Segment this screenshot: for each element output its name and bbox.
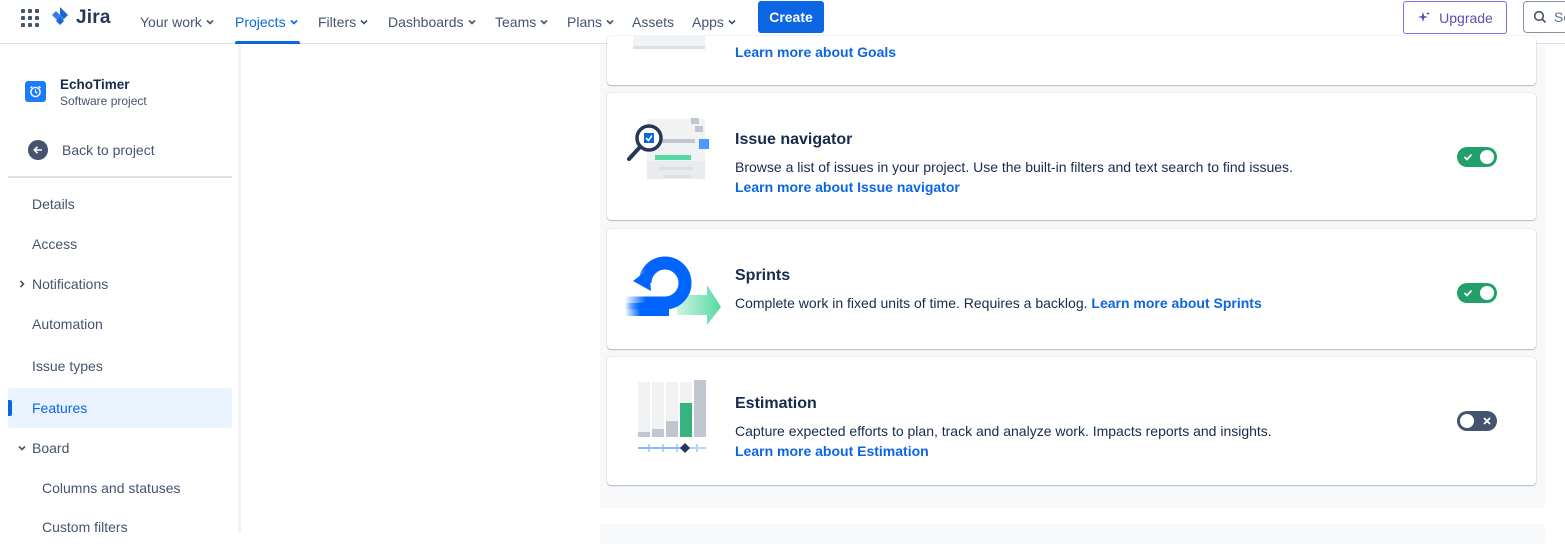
- nav-label: Dashboards: [388, 14, 464, 30]
- create-button[interactable]: Create: [758, 1, 824, 33]
- sidebar-item-label: Details: [32, 196, 75, 212]
- back-to-project-link[interactable]: Back to project: [28, 140, 155, 160]
- issue-navigator-toggle[interactable]: [1457, 147, 1497, 167]
- nav-label: Assets: [632, 14, 675, 30]
- sidebar-item-details[interactable]: Details: [8, 184, 232, 224]
- nav-your-work[interactable]: Your work: [140, 0, 215, 44]
- nav-projects[interactable]: Projects: [235, 0, 300, 44]
- sidebar-item-label: Board: [32, 440, 70, 456]
- sprint-cycle-illustration-icon: [625, 256, 721, 325]
- feature-card-estimation: Estimation Capture expected efforts to p…: [607, 357, 1536, 485]
- upgrade-label: Upgrade: [1439, 9, 1493, 26]
- chevron-down-icon[interactable]: [16, 442, 28, 454]
- sidebar-item-columns-and-statuses[interactable]: Columns and statuses: [8, 468, 232, 508]
- sidebar-item-label: Features: [32, 400, 88, 416]
- check-icon: [1463, 153, 1473, 161]
- brand-name: Jira: [76, 7, 111, 28]
- feature-card-sprints: Sprints Complete work in fixed units of …: [607, 229, 1536, 349]
- estimation-toggle[interactable]: [1457, 411, 1497, 431]
- nav-dashboards[interactable]: Dashboards: [388, 0, 477, 44]
- sidebar-resize-handle[interactable]: [238, 45, 241, 533]
- sidebar-item-label: Access: [32, 236, 78, 252]
- sprints-title: Sprints: [735, 267, 791, 284]
- chevron-down-icon: [728, 19, 736, 25]
- sidebar-item-label: Issue types: [32, 358, 103, 374]
- search-input[interactable]: Se: [1523, 1, 1565, 33]
- search-placeholder: Se: [1554, 9, 1565, 25]
- check-icon: [1463, 289, 1473, 297]
- chevron-down-icon: [206, 19, 214, 25]
- chevron-down-icon: [360, 19, 368, 25]
- chevron-down-icon: [467, 19, 476, 25]
- upgrade-button[interactable]: Upgrade: [1403, 1, 1507, 34]
- estimation-bars-illustration-icon: [638, 380, 706, 453]
- sidebar-item-access[interactable]: Access: [8, 224, 232, 264]
- nav-teams[interactable]: Teams: [495, 0, 549, 44]
- back-label: Back to project: [62, 142, 155, 158]
- nav-label: Plans: [567, 14, 603, 30]
- sidebar-item-label: Automation: [32, 316, 103, 332]
- sidebar-item-issue-types[interactable]: Issue types: [8, 346, 232, 386]
- sidebar-item-label: Columns and statuses: [42, 480, 181, 496]
- jira-logo[interactable]: Jira: [50, 6, 111, 30]
- project-sidebar: EchoTimer Software project Back to proje…: [0, 45, 240, 535]
- sidebar-divider: [8, 176, 232, 178]
- estimation-title: Estimation: [735, 395, 817, 412]
- learn-more-estimation-link[interactable]: Learn more about Estimation: [735, 443, 929, 459]
- nav-label: Apps: [692, 14, 724, 30]
- learn-more-goals-link[interactable]: Learn more about Goals: [735, 44, 896, 60]
- toggle-knob: [1480, 286, 1494, 300]
- learn-more-sprints-link[interactable]: Learn more about Sprints: [1091, 295, 1261, 311]
- nav-label: Teams: [495, 14, 537, 30]
- cross-icon: [1483, 417, 1491, 425]
- goals-illustration-icon: [633, 36, 705, 49]
- project-timer-icon: [25, 81, 46, 102]
- magnifier-list-illustration-icon: [627, 118, 709, 179]
- jira-logo-icon: [52, 7, 68, 25]
- sprints-description: Complete work in fixed units of time. Re…: [735, 295, 1088, 311]
- sprints-description-line: Complete work in fixed units of time. Re…: [735, 295, 1262, 311]
- issue-navigator-title: Issue navigator: [735, 131, 853, 148]
- project-name: EchoTimer: [60, 77, 130, 92]
- nav-label: Projects: [235, 14, 286, 30]
- estimation-description: Capture expected efforts to plan, track …: [735, 423, 1272, 439]
- search-icon: [1533, 10, 1547, 24]
- sidebar-item-automation[interactable]: Automation: [8, 304, 232, 344]
- chevron-down-icon: [540, 19, 548, 25]
- sidebar-item-label: Notifications: [32, 276, 109, 292]
- chevron-down-icon: [290, 19, 298, 25]
- issue-navigator-description: Browse a list of issues in your project.…: [735, 159, 1293, 175]
- learn-more-issue-navigator-link[interactable]: Learn more about Issue navigator: [735, 179, 960, 195]
- toggle-knob: [1480, 150, 1494, 164]
- project-type: Software project: [60, 94, 147, 108]
- sidebar-item-notifications[interactable]: Notifications: [8, 264, 232, 304]
- nav-label: Your work: [140, 14, 202, 30]
- sidebar-item-custom-filters[interactable]: Custom filters: [8, 507, 232, 547]
- nav-filters[interactable]: Filters: [318, 0, 369, 44]
- sparkle-icon: [1418, 11, 1431, 22]
- toggle-knob: [1460, 414, 1474, 428]
- chevron-right-icon[interactable]: [16, 278, 28, 290]
- arrow-left-icon: [28, 140, 48, 160]
- chevron-down-icon: [606, 19, 614, 25]
- feature-card-issue-navigator: Issue navigator Browse a list of issues …: [607, 93, 1536, 220]
- app-switcher-icon[interactable]: [21, 9, 39, 27]
- next-panel: [600, 524, 1545, 544]
- project-header[interactable]: EchoTimer Software project: [25, 77, 147, 109]
- sprints-toggle[interactable]: [1457, 283, 1497, 303]
- feature-card-goals: Learn more about Goals: [607, 36, 1536, 85]
- sidebar-item-features[interactable]: Features: [8, 388, 232, 428]
- nav-label: Filters: [318, 14, 357, 30]
- sidebar-item-board[interactable]: Board: [8, 428, 232, 468]
